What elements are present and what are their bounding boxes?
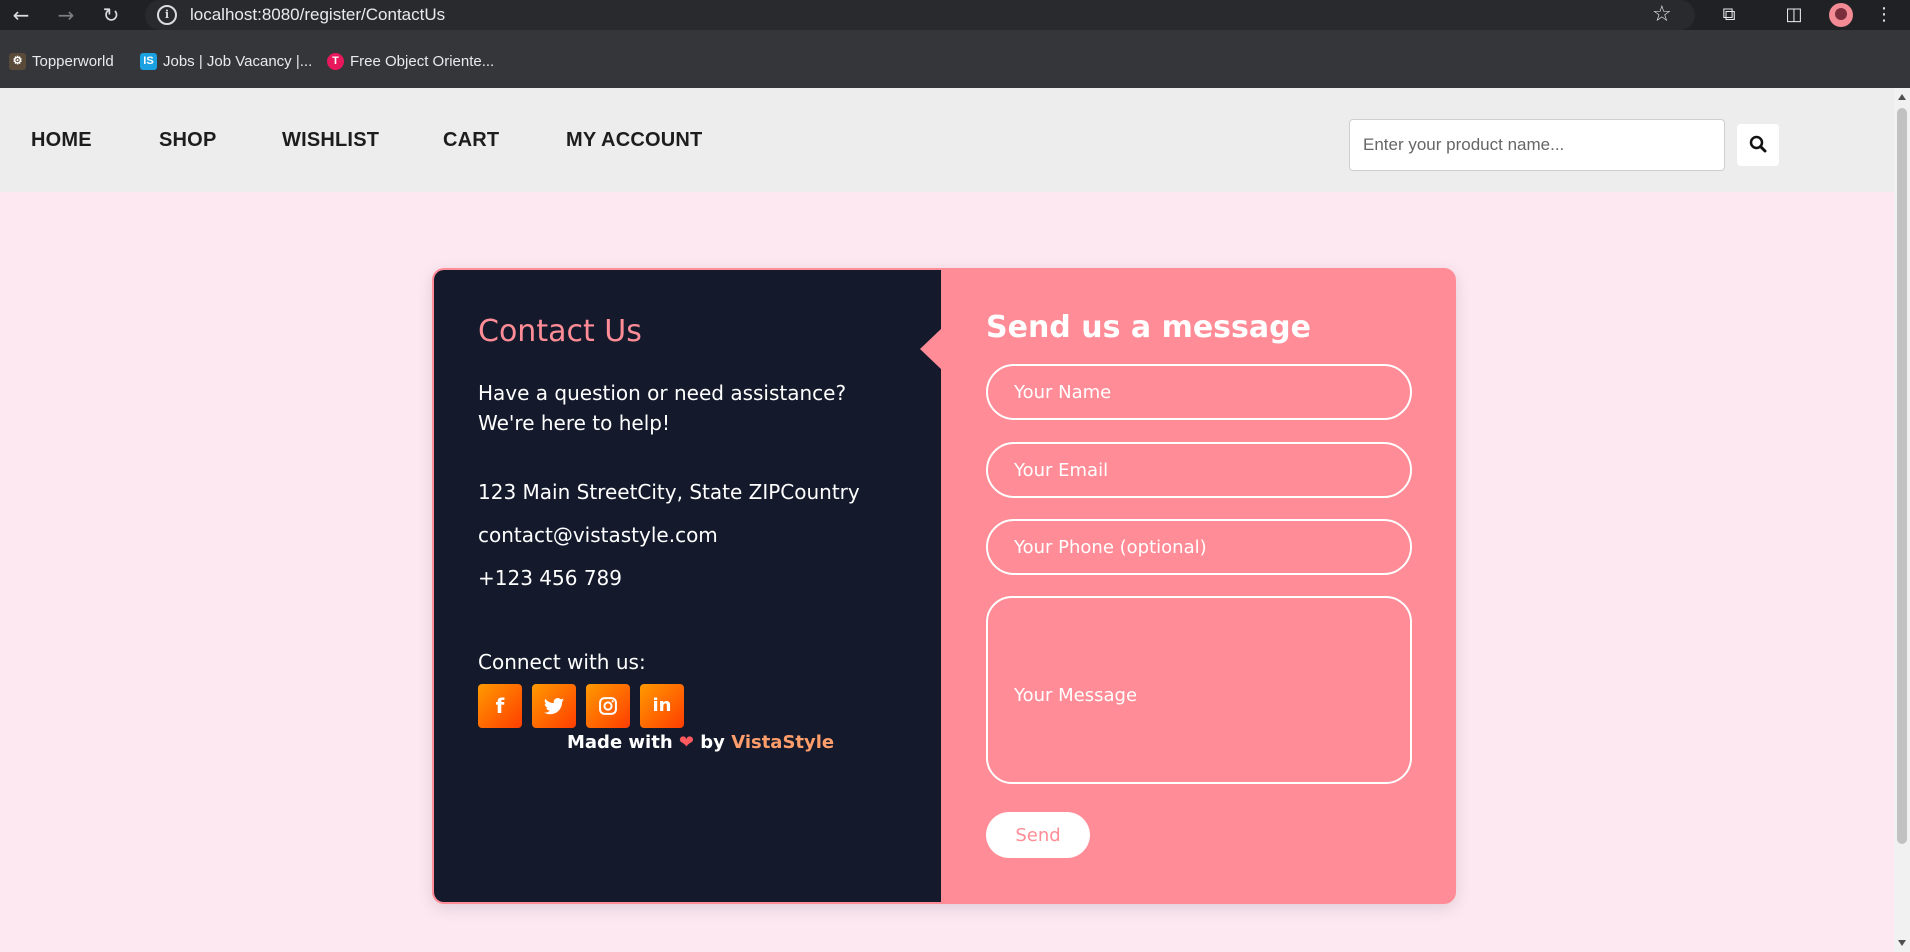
profile-avatar[interactable] bbox=[1829, 3, 1853, 27]
nav-wishlist[interactable]: WISHLIST bbox=[282, 129, 379, 152]
bookmark-label: Jobs | Job Vacancy |... bbox=[163, 52, 313, 70]
bookmark-label: Free Object Oriente... bbox=[350, 52, 495, 70]
scroll-down-arrow-icon[interactable] bbox=[1898, 940, 1906, 946]
nav-my-account[interactable]: MY ACCOUNT bbox=[566, 129, 702, 152]
heart-icon: ❤ bbox=[678, 732, 695, 753]
site-header: HOME SHOP WISHLIST CART MY ACCOUNT bbox=[0, 88, 1894, 192]
bookmark-free-object[interactable]: T Free Object Oriente... bbox=[327, 50, 494, 72]
product-search-input[interactable] bbox=[1349, 119, 1725, 171]
url-text[interactable]: localhost:8080/register/ContactUs bbox=[190, 5, 445, 25]
contact-email[interactable]: contact@vistastyle.com bbox=[478, 523, 718, 547]
phone-field[interactable] bbox=[986, 519, 1412, 575]
nav-home[interactable]: HOME bbox=[31, 129, 92, 152]
form-title: Send us a message bbox=[986, 310, 1311, 345]
page-scrollbar[interactable] bbox=[1894, 88, 1910, 952]
search-icon bbox=[1749, 135, 1767, 152]
scroll-thumb[interactable] bbox=[1897, 108, 1907, 844]
bookmark-topperworld[interactable]: ⚙ Topperworld bbox=[9, 50, 114, 72]
t-icon: T bbox=[327, 52, 344, 70]
message-form-panel: Send us a message Send bbox=[941, 268, 1456, 904]
twitter-button[interactable] bbox=[532, 684, 576, 728]
made-with-prefix: Made with bbox=[567, 732, 673, 753]
scroll-up-arrow-icon[interactable] bbox=[1898, 94, 1906, 100]
contact-title: Contact Us bbox=[478, 314, 642, 349]
contact-card: Contact Us Have a question or need assis… bbox=[432, 268, 1456, 904]
browser-menu-icon[interactable]: ⋮ bbox=[1873, 4, 1895, 26]
instagram-button[interactable] bbox=[586, 684, 630, 728]
email-field[interactable] bbox=[986, 442, 1412, 498]
search-button[interactable] bbox=[1737, 124, 1779, 166]
contact-intro: Have a question or need assistance? We'r… bbox=[478, 381, 847, 435]
facebook-icon: f bbox=[495, 694, 505, 718]
send-button[interactable]: Send bbox=[986, 812, 1090, 858]
made-with-by: by bbox=[700, 732, 725, 753]
contact-info-panel: Contact Us Have a question or need assis… bbox=[432, 268, 941, 904]
linkedin-icon: in bbox=[652, 695, 672, 716]
instagram-icon bbox=[599, 697, 617, 715]
brand-name[interactable]: VistaStyle bbox=[731, 732, 834, 753]
forward-arrow-icon[interactable]: → bbox=[54, 3, 78, 27]
linkedin-button[interactable]: in bbox=[640, 684, 684, 728]
topperworld-icon: ⚙ bbox=[9, 52, 26, 70]
browser-toolbar: ← → ↻ i localhost:8080/register/ContactU… bbox=[0, 0, 1910, 30]
extensions-icon[interactable]: ⧉ bbox=[1718, 4, 1740, 26]
contact-address: 123 Main StreetCity, State ZIPCountry bbox=[478, 480, 860, 504]
back-arrow-icon[interactable]: ← bbox=[9, 3, 33, 27]
nav-shop[interactable]: SHOP bbox=[159, 129, 216, 152]
side-panel-icon[interactable]: ◫ bbox=[1783, 4, 1805, 26]
site-info-icon[interactable]: i bbox=[157, 5, 177, 25]
twitter-icon bbox=[543, 698, 565, 715]
bookmark-star-icon[interactable]: ☆ bbox=[1652, 2, 1672, 27]
made-with-footer: Made with ❤ by VistaStyle bbox=[567, 732, 834, 753]
bookmark-label: Topperworld bbox=[32, 52, 114, 70]
browser-chrome: ← → ↻ i localhost:8080/register/ContactU… bbox=[0, 0, 1910, 88]
contact-phone[interactable]: +123 456 789 bbox=[478, 566, 622, 590]
name-field[interactable] bbox=[986, 364, 1412, 420]
bookmark-jobs[interactable]: IS Jobs | Job Vacancy |... bbox=[140, 50, 312, 72]
panel-notch bbox=[920, 328, 942, 370]
message-field[interactable] bbox=[986, 596, 1412, 784]
facebook-button[interactable]: f bbox=[478, 684, 522, 728]
nav-cart[interactable]: CART bbox=[443, 129, 499, 152]
is-icon: IS bbox=[140, 52, 157, 70]
connect-label: Connect with us: bbox=[478, 650, 646, 674]
reload-icon[interactable]: ↻ bbox=[99, 3, 123, 27]
